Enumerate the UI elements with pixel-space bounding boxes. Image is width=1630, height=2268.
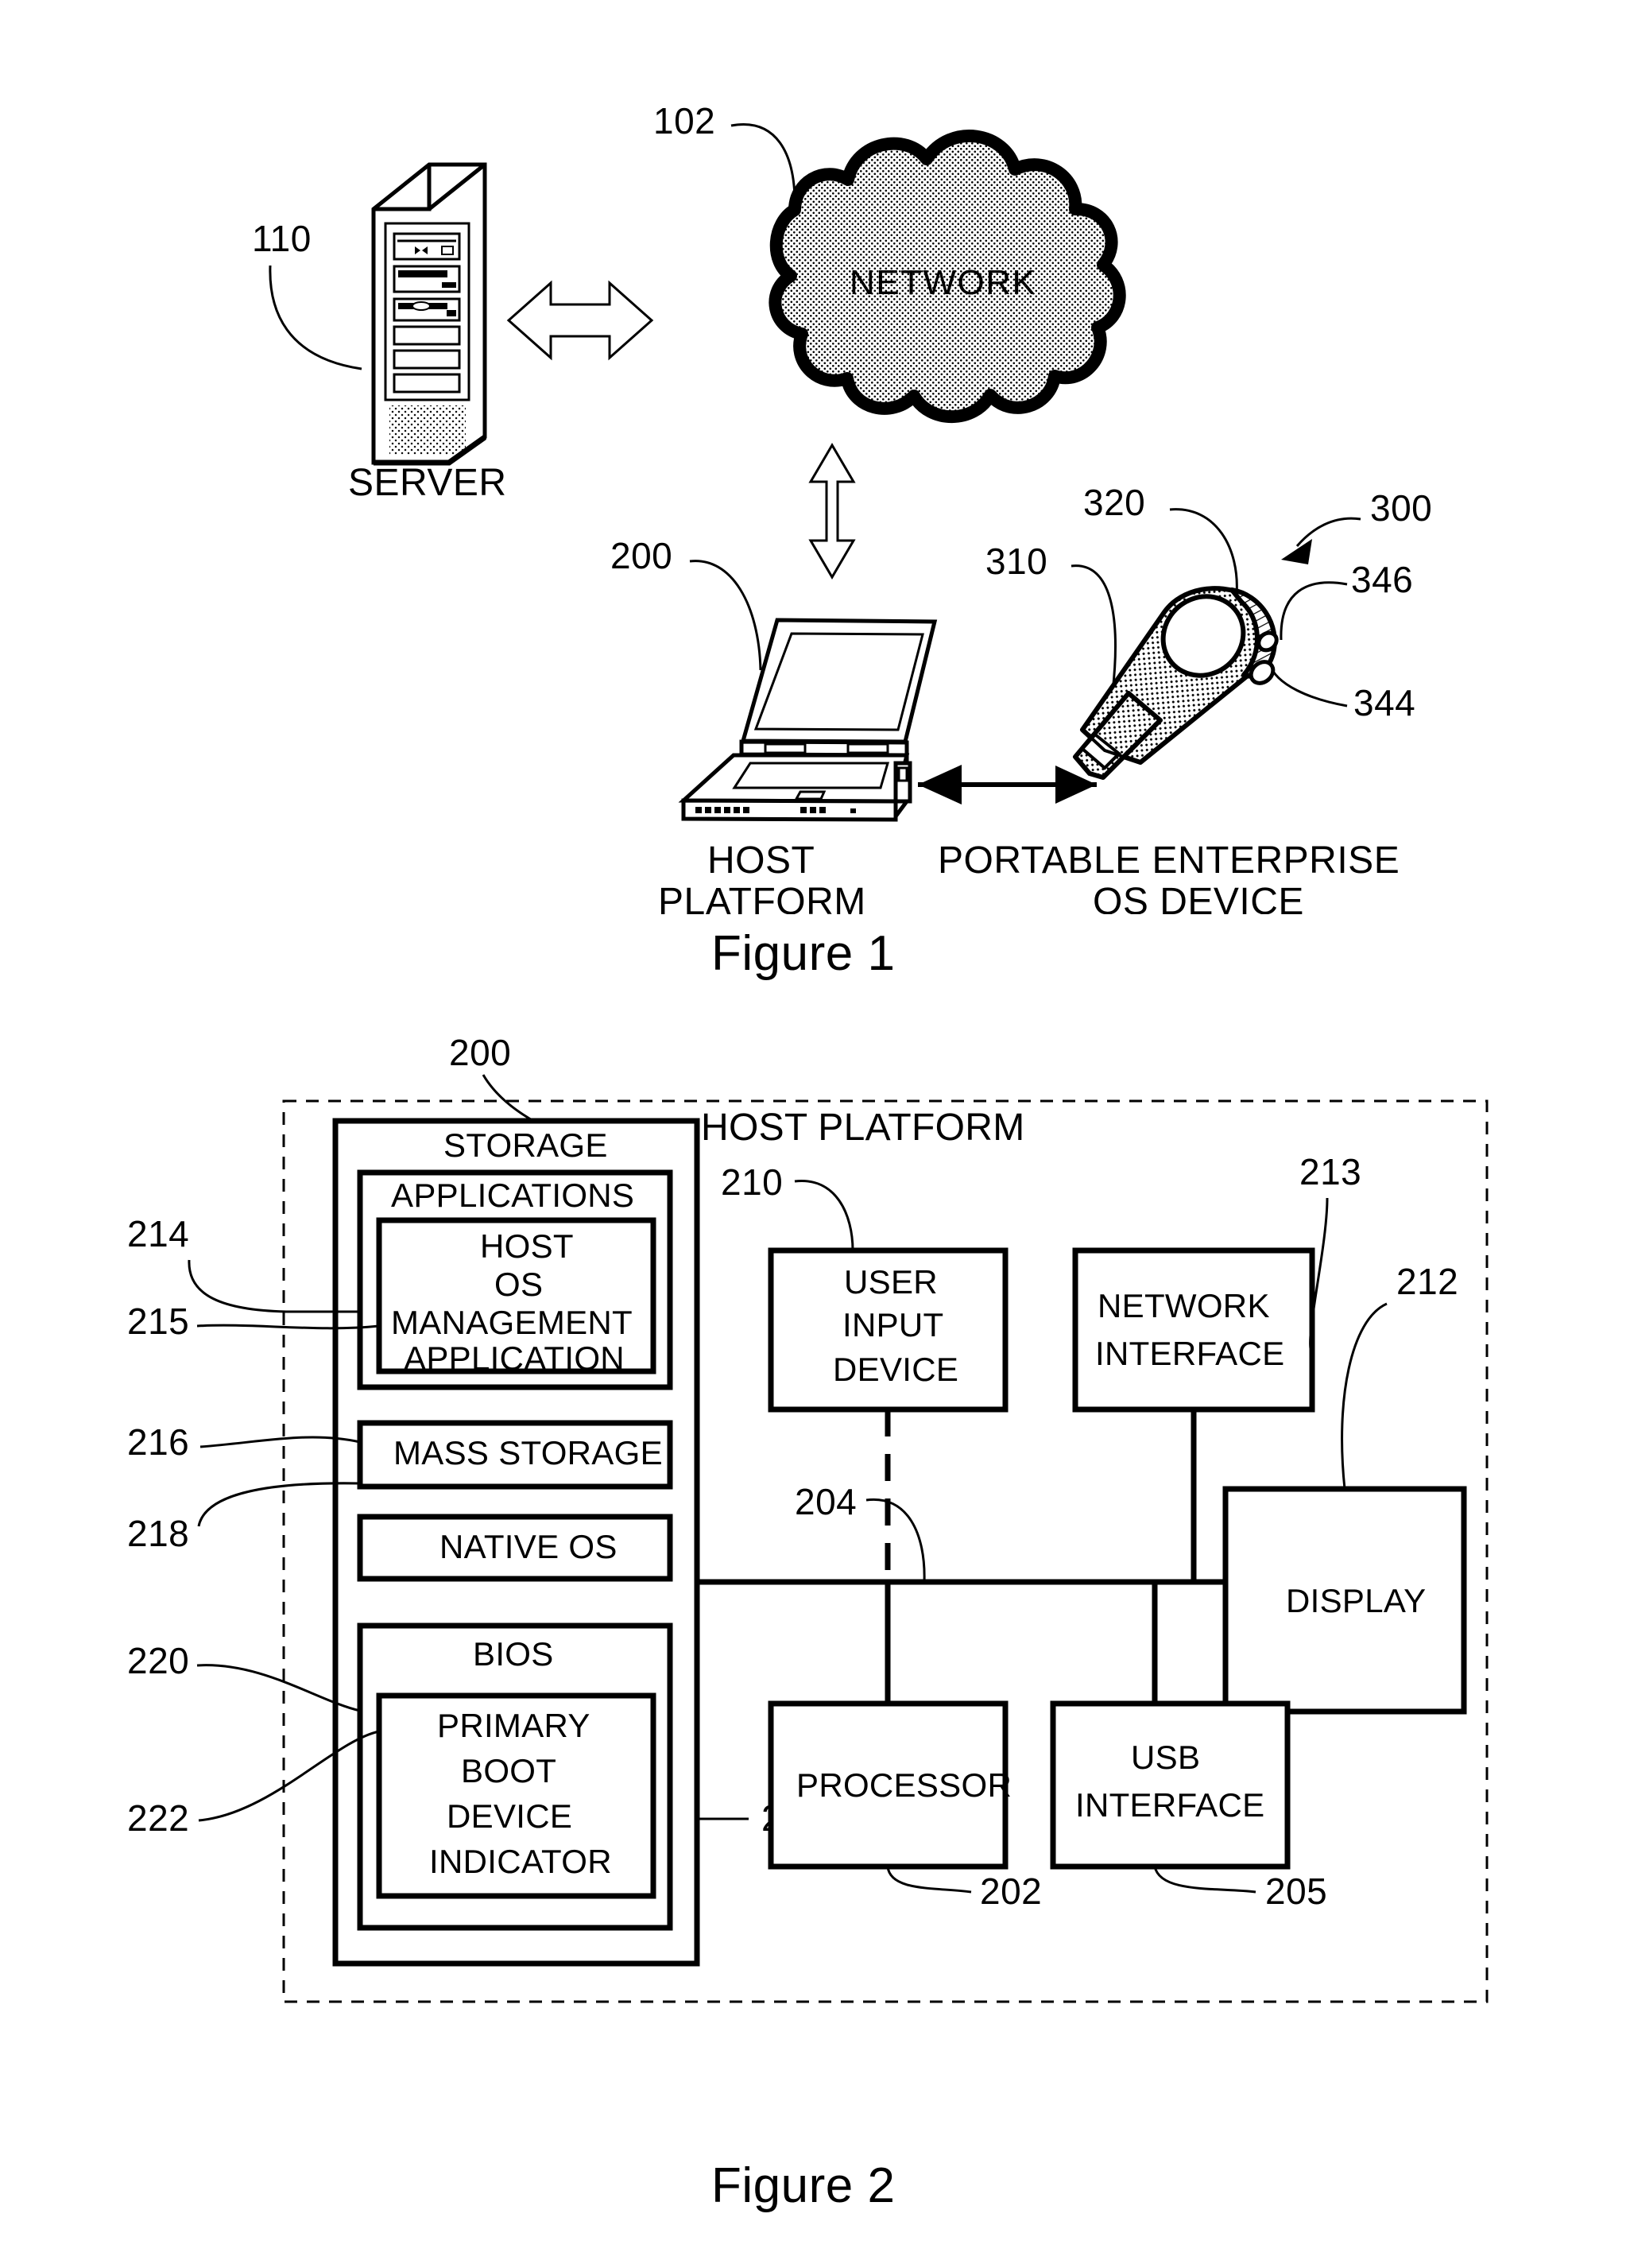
- ref-200-fig2: 200: [449, 1032, 511, 1073]
- ref-346: 346: [1351, 559, 1413, 600]
- leader-200-fig1: [689, 560, 762, 671]
- arrowhead-300: [1281, 539, 1312, 564]
- network-cloud: NETWORK: [769, 130, 1126, 424]
- figure-1-caption-area: Figure 1: [711, 926, 895, 981]
- primary-boot-line2: BOOT: [461, 1752, 556, 1789]
- ref-300: 300: [1370, 487, 1432, 529]
- host-os-mgmt-line3: MANAGEMENT: [391, 1304, 633, 1341]
- ref-216: 216: [127, 1421, 189, 1463]
- usb-interface-line2: INTERFACE: [1075, 1786, 1264, 1824]
- leader-204: [865, 1498, 926, 1583]
- ref-214: 214: [127, 1213, 189, 1254]
- leader-300: [1295, 517, 1361, 547]
- processor-label: PROCESSOR: [796, 1766, 1012, 1804]
- network-interface-line1: NETWORK: [1098, 1287, 1270, 1324]
- leader-110: [269, 265, 362, 370]
- ref-344: 344: [1353, 682, 1415, 723]
- figure-2: 200 HOST PLATFORM STORAGE 206 APPLICATIO…: [127, 1032, 1489, 2003]
- portable-device-label-line1: PORTABLE ENTERPRISE: [938, 839, 1400, 882]
- bios-label: BIOS: [473, 1635, 554, 1673]
- leader-346: [1280, 581, 1348, 641]
- primary-boot-line1: PRIMARY: [437, 1707, 590, 1744]
- ref-213: 213: [1299, 1151, 1361, 1192]
- figure-2-caption: Figure 2: [711, 2158, 895, 2213]
- network-interface-block: [1072, 1247, 1315, 1413]
- leader-210: [794, 1180, 854, 1251]
- network-interface-line2: INTERFACE: [1095, 1335, 1284, 1372]
- host-os-mgmt-line4: APPLICATION: [404, 1339, 625, 1377]
- display-label: DISPLAY: [1286, 1582, 1426, 1619]
- host-platform-laptop: [678, 618, 938, 822]
- ref-200-fig1: 200: [610, 535, 672, 576]
- ref-222: 222: [127, 1797, 189, 1839]
- leader-205: [1153, 1866, 1256, 1894]
- host-platform-label-line2: PLATFORM: [658, 881, 866, 914]
- leader-344: [1268, 662, 1348, 708]
- leader-202: [886, 1866, 972, 1894]
- figure-1: 110 SERVER 102 NETWORK 200 HOST PLATFORM…: [252, 100, 1432, 914]
- user-input-device-line2: INPUT: [842, 1306, 944, 1343]
- figure-2-caption-area: Figure 2: [711, 2158, 895, 2213]
- portable-enterprise-os-device: [1073, 586, 1279, 780]
- ref-218: 218: [127, 1513, 189, 1554]
- ref-110: 110: [252, 218, 312, 259]
- mass-storage-label: MASS STORAGE: [393, 1434, 663, 1471]
- ref-212: 212: [1396, 1261, 1458, 1302]
- usb-interface-block: [1050, 1700, 1291, 1870]
- server-illustration: [371, 162, 487, 466]
- leader-102: [730, 123, 796, 211]
- server-network-arrow: [506, 280, 654, 361]
- applications-label: APPLICATIONS: [391, 1177, 634, 1214]
- portable-device-label-line2: OS DEVICE: [1093, 881, 1304, 914]
- user-input-device-line1: USER: [844, 1263, 938, 1301]
- network-host-arrow: [808, 443, 856, 580]
- ref-320: 320: [1083, 482, 1145, 523]
- ref-205: 205: [1265, 1871, 1327, 1912]
- usb-interface-line1: USB: [1131, 1739, 1200, 1776]
- ref-220: 220: [127, 1640, 189, 1681]
- leader-212: [1341, 1302, 1388, 1490]
- primary-boot-line4: INDICATOR: [429, 1843, 612, 1880]
- native-os-label: NATIVE OS: [439, 1528, 618, 1565]
- host-os-mgmt-line1: HOST: [480, 1227, 574, 1265]
- ref-204: 204: [795, 1481, 857, 1522]
- ref-202: 202: [980, 1871, 1042, 1912]
- device-host-arrow: [918, 765, 1097, 804]
- network-label: NETWORK: [850, 263, 1036, 302]
- figure-2-title: HOST PLATFORM: [701, 1107, 1025, 1149]
- ref-215: 215: [127, 1301, 189, 1342]
- ref-210: 210: [721, 1161, 783, 1203]
- leader-320: [1169, 508, 1238, 595]
- patent-drawing-page: 110 SERVER 102 NETWORK 200 HOST PLATFORM…: [0, 0, 1630, 2268]
- server-label: SERVER: [348, 462, 507, 504]
- host-os-mgmt-line2: OS: [494, 1266, 543, 1303]
- primary-boot-line3: DEVICE: [447, 1797, 572, 1835]
- ref-102: 102: [653, 100, 715, 142]
- user-input-device-line3: DEVICE: [833, 1351, 958, 1388]
- ref-310: 310: [985, 541, 1047, 582]
- figure-1-caption: Figure 1: [711, 926, 895, 981]
- storage-label: STORAGE: [443, 1126, 608, 1164]
- host-platform-label-line1: HOST: [707, 839, 815, 882]
- leader-310: [1071, 564, 1117, 692]
